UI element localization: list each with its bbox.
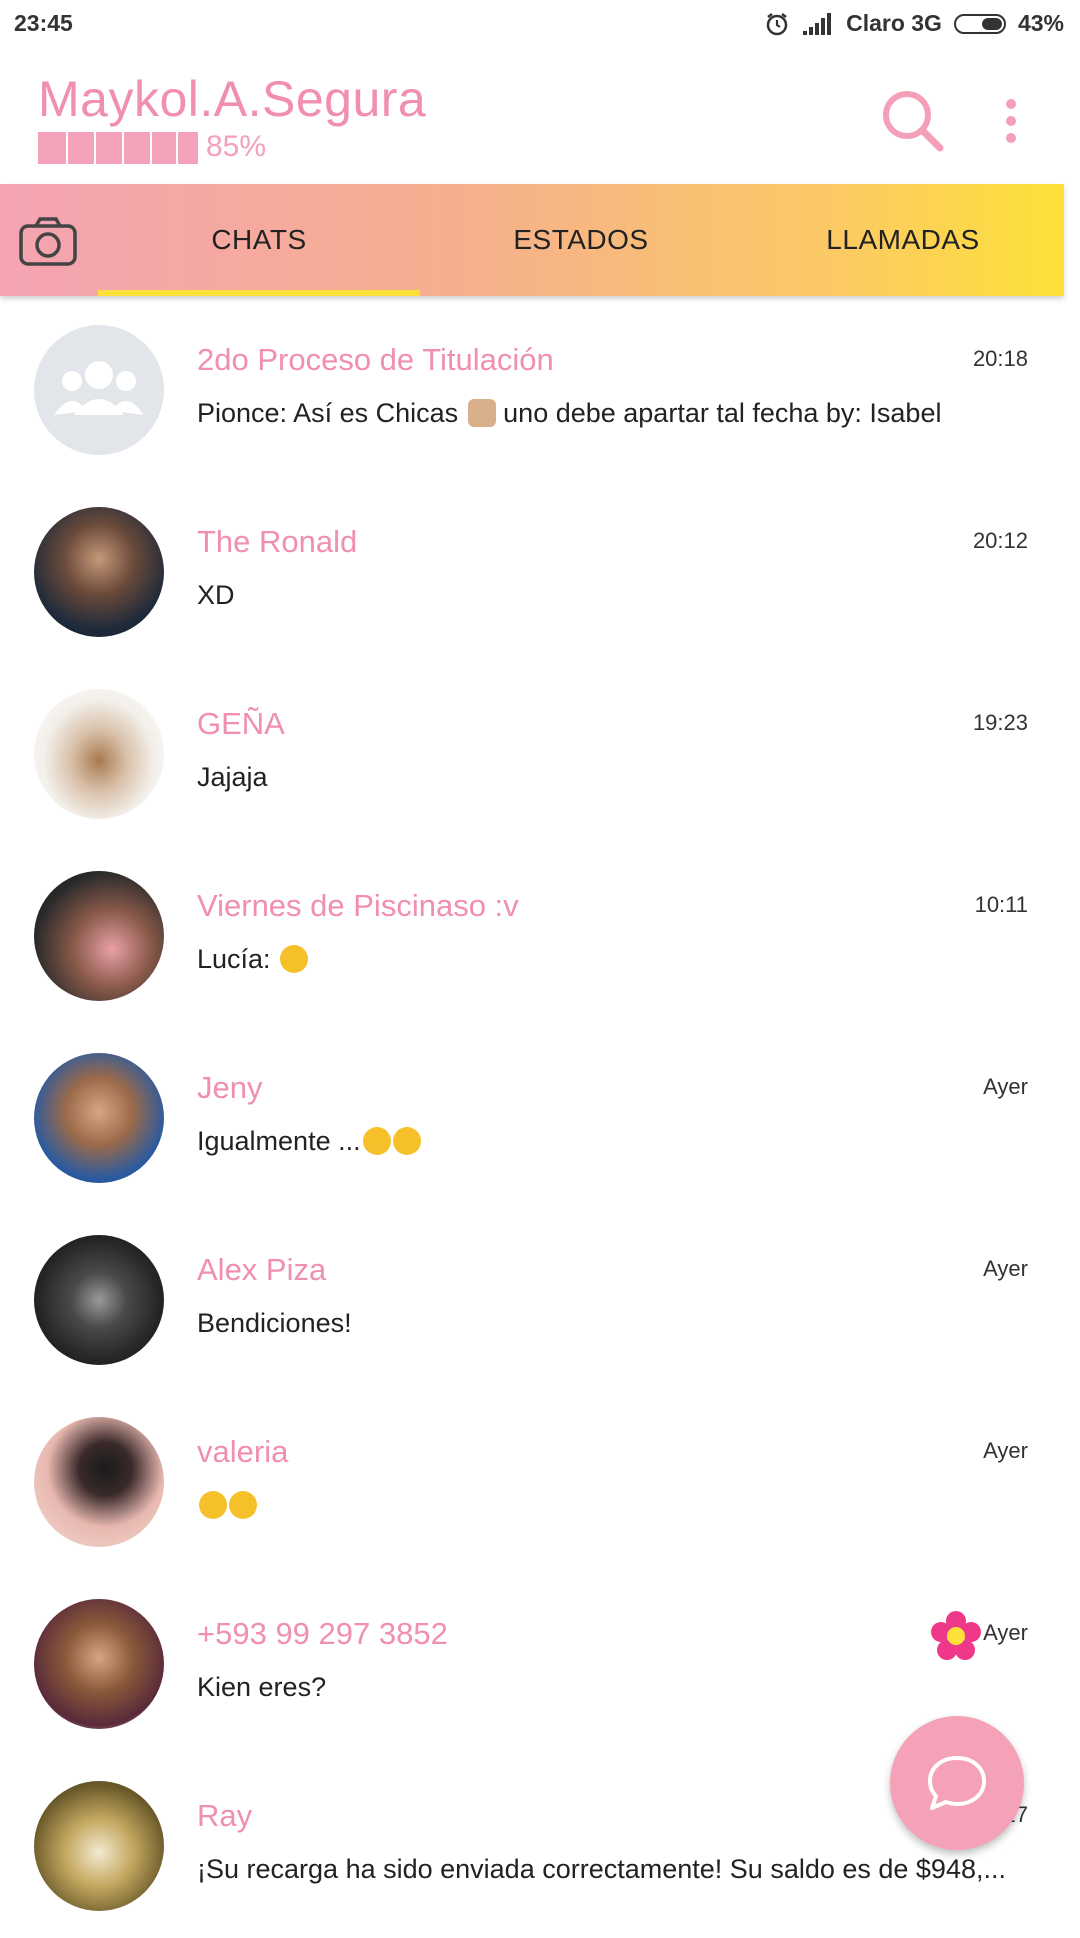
chat-message: Igualmente ... — [197, 1126, 421, 1157]
app-bar: Maykol.A.Segura 85% — [0, 52, 1080, 184]
chat-time: Ayer — [983, 1620, 1028, 1645]
chat-bubble-icon — [928, 1756, 986, 1810]
carrier-label: Claro 3G — [846, 10, 942, 36]
chat-message: XD — [197, 580, 235, 610]
chat-row[interactable]: GEÑA 19:23 Jajaja — [0, 664, 1080, 846]
avatar[interactable] — [34, 1235, 164, 1365]
avatar[interactable] — [34, 1417, 164, 1547]
battery-icon — [953, 13, 1006, 34]
signal-icon — [803, 12, 832, 35]
chat-time: 19:23 — [972, 710, 1028, 735]
chat-row[interactable]: Alex Piza Ayer Bendiciones! — [0, 1210, 1080, 1392]
chat-row[interactable]: 2do Proceso de Titulación 20:18 Pionce: … — [0, 300, 1080, 482]
avatar[interactable] — [34, 1599, 164, 1729]
chat-name: Viernes de Piscinaso :v — [197, 888, 519, 923]
battery-percent: 43% — [1017, 10, 1064, 36]
chat-message: Kien eres? — [197, 1672, 327, 1702]
tab-estados[interactable]: ESTADOS — [420, 184, 742, 296]
chat-message — [197, 1490, 257, 1521]
chat-message: Bendiciones! — [197, 1308, 352, 1338]
chat-time: 20:18 — [972, 346, 1028, 371]
tab-chats[interactable]: CHATS — [98, 184, 420, 296]
chat-message: Pionce: Así es Chicas uno debe apartar t… — [197, 398, 942, 428]
group-avatar-icon — [54, 361, 144, 415]
chat-time: 10:11 — [974, 892, 1028, 917]
search-button[interactable] — [878, 86, 948, 156]
new-chat-fab[interactable] — [890, 1716, 1024, 1850]
more-options-button[interactable] — [996, 90, 1026, 160]
camera-tab[interactable] — [18, 216, 78, 268]
alarm-icon — [766, 12, 788, 35]
tab-llamadas[interactable]: LLAMADAS — [742, 184, 1064, 296]
chat-name: The Ronald — [197, 524, 358, 559]
progress-text: 85% — [206, 130, 267, 163]
chat-name: +593 99 297 3852 — [197, 1616, 448, 1651]
rofl-emoji-icon — [280, 945, 309, 973]
chat-row[interactable]: Viernes de Piscinaso :v 10:11 Lucía: — [0, 846, 1080, 1028]
chat-message: Jajaja — [197, 762, 268, 792]
raised-hands-emoji-icon — [467, 399, 496, 427]
chat-time: 20:12 — [972, 528, 1028, 553]
chat-message: Lucía: — [197, 944, 309, 975]
search-icon — [883, 91, 944, 152]
avatar[interactable] — [34, 1053, 164, 1183]
status-time: 23:45 — [14, 10, 73, 36]
avatar[interactable] — [34, 871, 164, 1001]
chat-message: ¡Su recarga ha sido enviada correctament… — [197, 1854, 1006, 1884]
chat-time: Ayer — [983, 1256, 1028, 1281]
chat-name: 2do Proceso de Titulación — [197, 342, 554, 377]
chat-name: GEÑA — [197, 706, 285, 741]
chat-row[interactable]: Jeny Ayer Igualmente ... — [0, 1028, 1080, 1210]
chat-name: Ray — [197, 1798, 253, 1833]
avatar[interactable] — [34, 1781, 164, 1911]
tab-bar: CHATS ESTADOS LLAMADAS — [0, 184, 1064, 296]
smirk-emoji-icon — [392, 1127, 421, 1155]
profile-name[interactable]: Maykol.A.Segura — [38, 70, 426, 128]
status-right: Claro 3G 43% — [764, 10, 1064, 37]
flower-icon — [931, 1611, 981, 1660]
tab-indicator — [98, 290, 420, 296]
chat-name: Alex Piza — [197, 1252, 327, 1287]
chat-row[interactable]: valeria Ayer — [0, 1392, 1080, 1574]
hugging-emoji-icon — [229, 1491, 257, 1519]
progress-bar — [38, 132, 198, 164]
chat-name: valeria — [197, 1434, 289, 1469]
chat-name: Jeny — [197, 1070, 263, 1105]
avatar[interactable] — [34, 325, 164, 455]
status-bar: 23:45 Claro 3G 43% — [0, 0, 1080, 52]
chat-time: Ayer — [983, 1074, 1028, 1099]
star-struck-emoji-icon — [362, 1127, 391, 1155]
chat-row[interactable]: The Ronald 20:12 XD — [0, 482, 1080, 664]
avatar[interactable] — [34, 507, 164, 637]
hugging-emoji-icon — [199, 1491, 227, 1519]
more-vert-icon — [1006, 99, 1016, 143]
camera-icon — [19, 217, 77, 266]
chat-time: Ayer — [983, 1438, 1028, 1463]
avatar[interactable] — [34, 689, 164, 819]
